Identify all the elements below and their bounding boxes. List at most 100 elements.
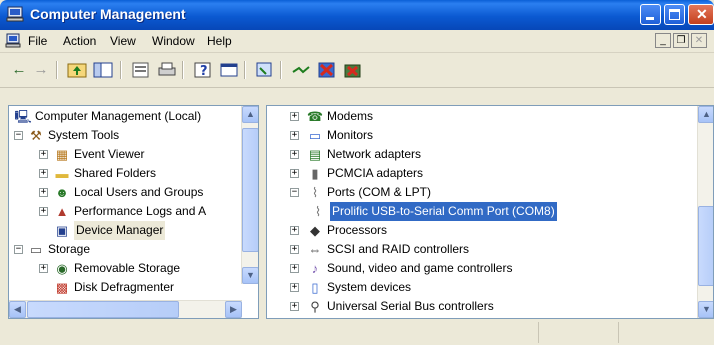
tree-item-label: Disk Defragmenter <box>74 280 175 294</box>
modem-icon: ☎ <box>306 109 324 124</box>
scrollbar-thumb[interactable] <box>242 128 258 252</box>
tree-item-label: Ports (COM & LPT) <box>327 185 432 199</box>
menu-help[interactable]: Help <box>207 34 232 48</box>
update-driver-icon[interactable] <box>290 60 312 80</box>
menu-file[interactable]: File <box>28 34 47 48</box>
scroll-down-button[interactable]: ▼ <box>242 267 258 284</box>
tree-item[interactable]: + ▤ Network adapters <box>267 145 713 164</box>
tree-item[interactable]: + ☎ Modems <box>267 107 713 126</box>
scan-hardware-icon[interactable] <box>254 60 276 80</box>
minimize-button[interactable] <box>640 4 661 25</box>
tree-item[interactable]: − ⚒ System Tools <box>9 126 258 145</box>
tree-item[interactable]: ⌇ Prolific USB-to-Serial Comm Port (COM8) <box>267 202 713 221</box>
left-vertical-scrollbar[interactable]: ▲ ▼ <box>241 106 258 284</box>
tree-item[interactable]: ▣ Device Manager <box>9 221 258 240</box>
expand-icon[interactable]: + <box>290 112 299 121</box>
tree-item-label: PCMCIA adapters <box>327 166 424 180</box>
menu-bar: File Action View Window Help _ ❐ ✕ <box>0 30 714 53</box>
removable-storage-icon: ◉ <box>56 261 68 276</box>
right-vertical-scrollbar[interactable]: ▲ ▼ <box>697 106 713 318</box>
collapse-icon[interactable]: − <box>14 131 23 140</box>
menu-action[interactable]: Action <box>63 34 96 48</box>
tree-item-label: Sound, video and game controllers <box>327 261 513 275</box>
expand-icon[interactable]: + <box>290 302 299 311</box>
close-button[interactable]: ✕ <box>688 4 714 25</box>
expand-icon[interactable]: + <box>39 169 48 178</box>
tree-item[interactable]: 🖳 Computer Management (Local) <box>9 107 258 126</box>
tree-item[interactable]: + ⚲ Universal Serial Bus controllers <box>267 297 713 316</box>
expand-icon[interactable]: + <box>290 264 299 273</box>
port-icon: ⌇ <box>314 204 322 219</box>
tree-item[interactable]: + ▮ PCMCIA adapters <box>267 164 713 183</box>
tree-item[interactable]: + ◆ Processors <box>267 221 713 240</box>
computer-management-icon <box>6 6 24 22</box>
expand-icon[interactable]: + <box>39 150 48 159</box>
maximize-button[interactable] <box>664 4 685 25</box>
scroll-left-button[interactable]: ◀ <box>9 301 26 318</box>
help-icon[interactable]: ? <box>192 60 214 80</box>
expand-icon[interactable]: + <box>39 188 48 197</box>
expand-icon[interactable]: + <box>39 264 48 273</box>
title-bar[interactable]: Computer Management ✕ <box>0 0 714 30</box>
tree-item[interactable]: − ▭ Storage <box>9 240 258 259</box>
tree-item[interactable]: + ▬ Shared Folders <box>9 164 258 183</box>
collapse-icon[interactable]: − <box>290 188 299 197</box>
tree-item-label: Device Manager <box>74 221 166 240</box>
toolbar-separator <box>56 61 58 79</box>
console-icon[interactable] <box>218 60 240 80</box>
usb-icon: ⚲ <box>310 299 320 314</box>
expand-icon[interactable]: + <box>290 150 299 159</box>
console-tree-pane[interactable]: 🖳 Computer Management (Local) − ⚒ System Too… <box>8 105 259 319</box>
tree-item-label: Processors <box>327 223 388 237</box>
show-tree-icon[interactable] <box>92 60 114 80</box>
expand-icon[interactable]: + <box>290 131 299 140</box>
system-device-icon: ▯ <box>311 280 319 295</box>
mdi-restore-button[interactable]: ❐ <box>673 33 689 48</box>
back-button[interactable]: ← <box>8 60 30 80</box>
mdi-minimize-button[interactable]: _ <box>655 33 671 48</box>
properties-icon[interactable] <box>130 60 152 80</box>
expand-icon[interactable]: + <box>290 169 299 178</box>
forward-button[interactable]: → <box>30 60 52 80</box>
tree-item[interactable]: + ♪ Sound, video and game controllers <box>267 259 713 278</box>
tree-item-label: Local Users and Groups <box>74 185 204 199</box>
tree-item-label: Performance Logs and A <box>74 204 207 218</box>
device-tree-pane[interactable]: + ☎ Modems + ▭ Monitors + ▤ Network adapters + ▮ PC… <box>266 105 714 319</box>
toolbar-separator <box>244 61 246 79</box>
scroll-up-button[interactable]: ▲ <box>698 106 713 123</box>
menu-view[interactable]: View <box>110 34 136 48</box>
tree-item-label: Prolific USB-to-Serial Comm Port (COM8) <box>330 202 557 221</box>
scrollbar-thumb[interactable] <box>698 206 713 286</box>
monitor-icon: ▭ <box>308 128 322 143</box>
expand-icon[interactable]: + <box>290 283 299 292</box>
tree-item[interactable]: + ◉ Removable Storage <box>9 259 258 278</box>
expand-icon[interactable]: + <box>290 226 299 235</box>
tree-item[interactable]: − ⌇ Ports (COM & LPT) <box>267 183 713 202</box>
tree-item[interactable]: + ▲ Performance Logs and A <box>9 202 258 221</box>
system-menu-icon[interactable] <box>5 33 21 48</box>
mdi-close-button[interactable]: ✕ <box>691 33 707 48</box>
scroll-up-button[interactable]: ▲ <box>242 106 258 123</box>
disable-icon[interactable] <box>316 60 338 80</box>
expand-icon[interactable]: + <box>290 245 299 254</box>
scroll-down-button[interactable]: ▼ <box>698 301 713 318</box>
tree-item[interactable]: + ▦ Event Viewer <box>9 145 258 164</box>
tree-item[interactable]: + ▭ Monitors <box>267 126 713 145</box>
uninstall-icon[interactable] <box>342 60 364 80</box>
tree-item[interactable]: + ☻ Local Users and Groups <box>9 183 258 202</box>
scroll-right-button[interactable]: ▶ <box>225 301 242 318</box>
toolbar-separator <box>280 61 282 79</box>
menu-window[interactable]: Window <box>152 34 195 48</box>
tree-item[interactable]: ▩ Disk Defragmenter <box>9 278 258 297</box>
expand-icon[interactable]: + <box>39 207 48 216</box>
up-folder-icon[interactable] <box>66 60 88 80</box>
sound-icon: ♪ <box>311 261 319 276</box>
scrollbar-thumb[interactable] <box>27 301 179 318</box>
tree-item[interactable]: + ▯ System devices <box>267 278 713 297</box>
computer-icon: 🖳 <box>14 109 32 124</box>
tree-item[interactable]: + ⇔ SCSI and RAID controllers <box>267 240 713 259</box>
left-horizontal-scrollbar[interactable]: ◀ ▶ <box>9 300 242 318</box>
print-icon[interactable] <box>156 60 178 80</box>
collapse-icon[interactable]: − <box>14 245 23 254</box>
scsi-icon: ⇔ <box>308 242 322 257</box>
